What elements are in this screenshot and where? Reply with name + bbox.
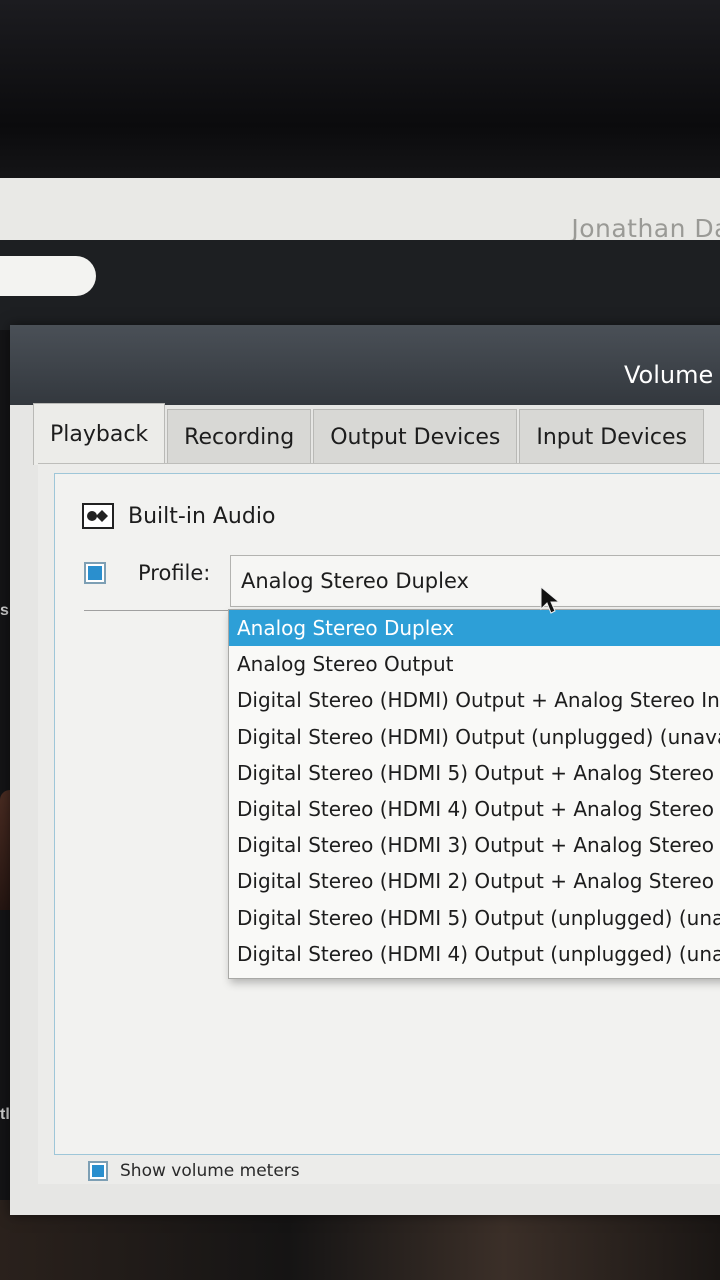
device-header: Built-in Audio [82, 503, 275, 529]
profile-option[interactable]: Digital Stereo (HDMI 4) Output (unplugge… [229, 936, 720, 972]
user-name[interactable]: Jonathan Da [571, 214, 720, 243]
profile-option[interactable]: Analog Stereo Duplex [229, 610, 720, 647]
address-bar[interactable] [0, 256, 96, 296]
profile-option[interactable]: Digital Stereo (HDMI 5) Output + Analog … [229, 755, 720, 791]
tab-output-devices[interactable]: Output Devices [313, 409, 518, 465]
profile-dropdown-list: Analog Stereo Duplex Analog Stereo Outpu… [228, 609, 720, 979]
profile-label: Profile: [138, 561, 211, 585]
volume-window: Volume Playback Recording Output Devices… [10, 325, 720, 1215]
mouse-cursor-icon [539, 585, 561, 615]
monitor-bezel [0, 0, 720, 180]
show-meters-label: Show volume meters [120, 1161, 300, 1181]
tab-playback[interactable]: Playback [33, 403, 166, 465]
profile-option[interactable]: Digital Stereo (HDMI 2) Output + Analog … [229, 863, 720, 899]
window-titlebar[interactable]: Volume [10, 325, 720, 405]
profile-option[interactable]: Digital Stereo (HDMI) Output (unplugged)… [229, 719, 720, 755]
tab-bar: Playback Recording Output Devices Input … [33, 403, 720, 465]
device-name: Built-in Audio [128, 503, 276, 529]
profile-option[interactable]: Digital Stereo (HDMI 3) Output + Analog … [229, 827, 720, 863]
show-meters-row: Show volume meters [88, 1161, 300, 1181]
profile-option[interactable]: Digital Stereo (HDMI 4) Output + Analog … [229, 791, 720, 827]
tab-recording[interactable]: Recording [167, 409, 312, 465]
profile-select[interactable]: Analog Stereo Duplex [230, 555, 720, 607]
speaker-icon [82, 503, 114, 529]
separator [84, 610, 230, 611]
browser-toolbar [0, 240, 720, 330]
show-meters-checkbox[interactable] [88, 1161, 108, 1181]
profile-option[interactable]: Digital Stereo (HDMI) Output + Analog St… [229, 682, 720, 718]
profile-option[interactable]: Analog Stereo Output [229, 646, 720, 682]
window-title: Volume [624, 361, 714, 389]
profile-option[interactable]: Digital Stereo (HDMI 5) Output (unplugge… [229, 900, 720, 936]
profile-row: Profile: [84, 561, 210, 585]
tab-input-devices[interactable]: Input Devices [519, 409, 705, 465]
background-text: s [0, 602, 9, 619]
device-lock-checkbox[interactable] [84, 562, 106, 584]
